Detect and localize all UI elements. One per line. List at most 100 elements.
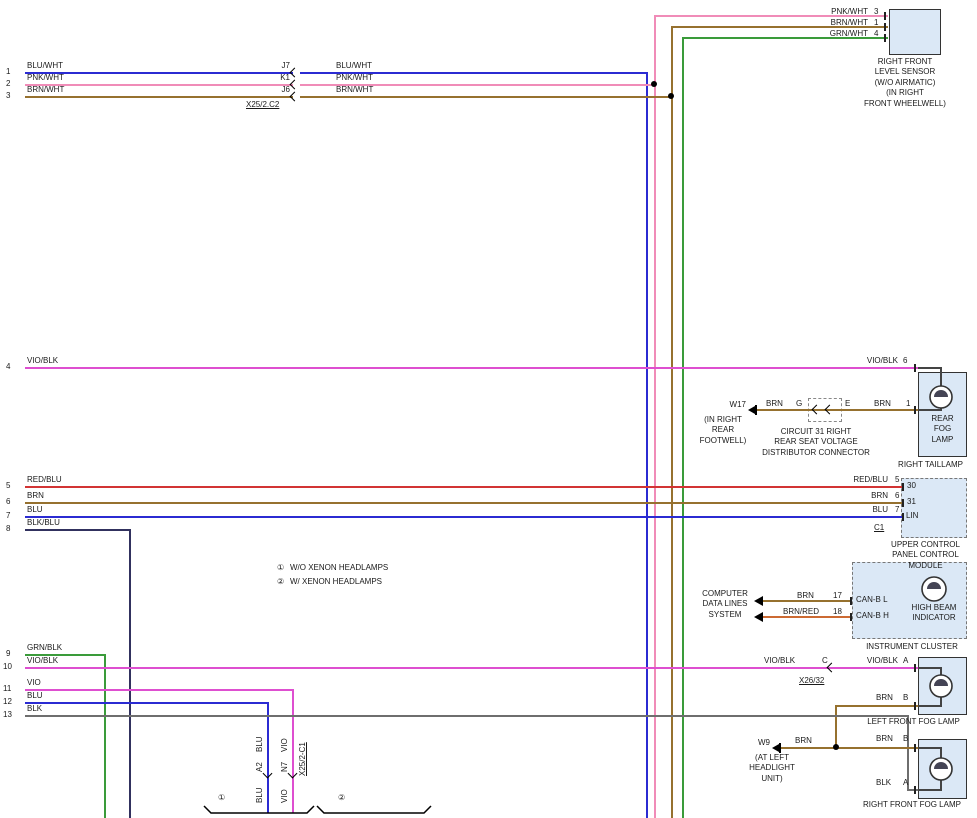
connector-pin: G xyxy=(796,400,802,408)
connector-name: C1 xyxy=(874,524,884,532)
wire-label: BLU xyxy=(27,692,43,700)
connector-pin: E xyxy=(845,400,850,408)
wire-vio-vertical-bottom xyxy=(292,689,294,813)
connector-pin: 3 xyxy=(874,8,878,16)
wire-brn-can-l xyxy=(763,600,852,602)
connector-pin: 6 xyxy=(895,492,899,500)
wire-label: BRN xyxy=(27,492,44,500)
connector-chevron-icon xyxy=(290,80,300,90)
connector-pin: 4 xyxy=(874,30,878,38)
w9-location-caption: (AT LEFT HEADLIGHT UNIT) xyxy=(740,753,804,784)
ground-label-w9: W9 xyxy=(745,739,770,747)
wire-label: BRN xyxy=(795,737,812,745)
wire-label: VIO xyxy=(27,679,41,687)
wire-label-rotated: BLU xyxy=(256,787,264,803)
connector-name: X25/2.C2 xyxy=(246,101,279,109)
wire-blk-right-fog-a xyxy=(907,789,918,791)
pin-tick xyxy=(884,23,886,31)
high-beam-indicator-icon xyxy=(920,575,948,603)
wire-label: VIO/BLK xyxy=(27,357,58,365)
wire-label: GRN/BLK xyxy=(27,644,62,652)
legend-symbol-1: ① xyxy=(277,564,284,572)
junction-dot xyxy=(833,744,839,750)
lamp-lead xyxy=(918,667,942,669)
wire-brn-fog-link-vertical xyxy=(835,705,837,749)
wire-blk-blu-vertical xyxy=(129,529,131,818)
wire-label: BLK xyxy=(876,779,891,787)
connector-pin: C xyxy=(822,657,828,665)
connector-pin: A xyxy=(903,657,908,665)
module-terminal: CAN-B L xyxy=(856,596,888,604)
connector-chevron-icon xyxy=(827,663,837,673)
option-symbol-1: ① xyxy=(218,794,225,802)
row-number: 9 xyxy=(6,650,10,658)
module-terminal: 30 xyxy=(907,482,916,490)
pin-tick xyxy=(902,483,904,491)
row-number: 6 xyxy=(6,498,10,506)
lamp-lead xyxy=(918,705,942,707)
pin-tick xyxy=(914,744,916,752)
w17-location-caption: (IN RIGHT REAR FOOTWELL) xyxy=(692,415,754,446)
pin-tick xyxy=(902,513,904,521)
option-symbol-2: ② xyxy=(338,794,345,802)
wire-label: BLU/WHT xyxy=(27,62,63,70)
wire-brn-w17 xyxy=(756,409,918,411)
pin-tick xyxy=(902,499,904,507)
pin-tick xyxy=(850,597,852,605)
connector-pin: B xyxy=(903,735,908,743)
connector-pin: B xyxy=(903,694,908,702)
wire-label: BLU/WHT xyxy=(336,62,372,70)
wire-brn-wht-row3a xyxy=(25,96,293,98)
junction-dot xyxy=(668,93,674,99)
connector-name-rotated: X25/2-C1 xyxy=(299,742,307,776)
computer-data-lines-caption: COMPUTER DATA LINES SYSTEM xyxy=(696,589,754,620)
row-number: 1 xyxy=(6,68,10,76)
wire-brn-wht-row3b xyxy=(300,96,673,98)
wire-blu-wht-vertical xyxy=(646,72,648,818)
rear-fog-lamp-caption: REAR FOG LAMP xyxy=(918,414,967,445)
instrument-cluster-caption: INSTRUMENT CLUSTER xyxy=(862,642,962,652)
wire-pnk-wht-vertical xyxy=(654,15,656,818)
wire-brn-w9 xyxy=(781,747,918,749)
wire-vio-blk-row4 xyxy=(25,367,918,369)
circuit31-connector-caption: CIRCUIT 31 RIGHT REAR SEAT VOLTAGE DISTR… xyxy=(760,427,872,458)
lamp-lead xyxy=(918,367,942,369)
wire-grn-wht-vertical xyxy=(682,37,684,818)
legend-text-1: W/O XENON HEADLAMPS xyxy=(290,564,388,572)
row-number: 8 xyxy=(6,525,10,533)
arrow-left-icon xyxy=(754,596,763,606)
wire-label: BRN xyxy=(876,694,893,702)
pin-tick xyxy=(884,34,886,42)
connector-pin-rotated: A2 xyxy=(256,762,264,772)
wire-label: PNK/WHT xyxy=(336,74,373,82)
wire-label: RED/BLU xyxy=(840,476,888,484)
lamp-lead xyxy=(918,789,942,791)
pin-tick xyxy=(850,613,852,621)
module-terminal: CAN-B H xyxy=(856,612,889,620)
pin-tick xyxy=(884,12,886,20)
level-sensor-box xyxy=(889,9,941,55)
wire-blu-vertical-bottom xyxy=(267,702,269,813)
wire-label: BRN xyxy=(874,400,891,408)
wire-brn-red-can-h xyxy=(763,616,852,618)
module-terminal: 31 xyxy=(907,498,916,506)
wire-label: BRN/WHT xyxy=(810,19,868,27)
pin-tick xyxy=(914,364,916,372)
connector-pin: A xyxy=(903,779,908,787)
junction-dot xyxy=(651,81,657,87)
wire-brn-left-fog-b xyxy=(835,705,918,707)
ground-symbol-w17-icon xyxy=(748,406,755,414)
pin-tick xyxy=(914,664,916,672)
row-number: 10 xyxy=(3,663,12,671)
module-terminal: LIN xyxy=(906,512,918,520)
row-number: 5 xyxy=(6,482,10,490)
high-beam-indicator-caption: HIGH BEAM INDICATOR xyxy=(903,603,965,624)
connector-pin: J6 xyxy=(252,86,290,94)
wire-blk-blu-row8 xyxy=(25,529,131,531)
arrow-left-icon xyxy=(754,612,763,622)
option-bracket-1 xyxy=(203,805,315,815)
rear-fog-lamp-icon xyxy=(928,384,954,410)
row-number: 7 xyxy=(6,512,10,520)
ground-symbol-w9-icon xyxy=(772,744,779,752)
wire-label: BRN/WHT xyxy=(336,86,373,94)
